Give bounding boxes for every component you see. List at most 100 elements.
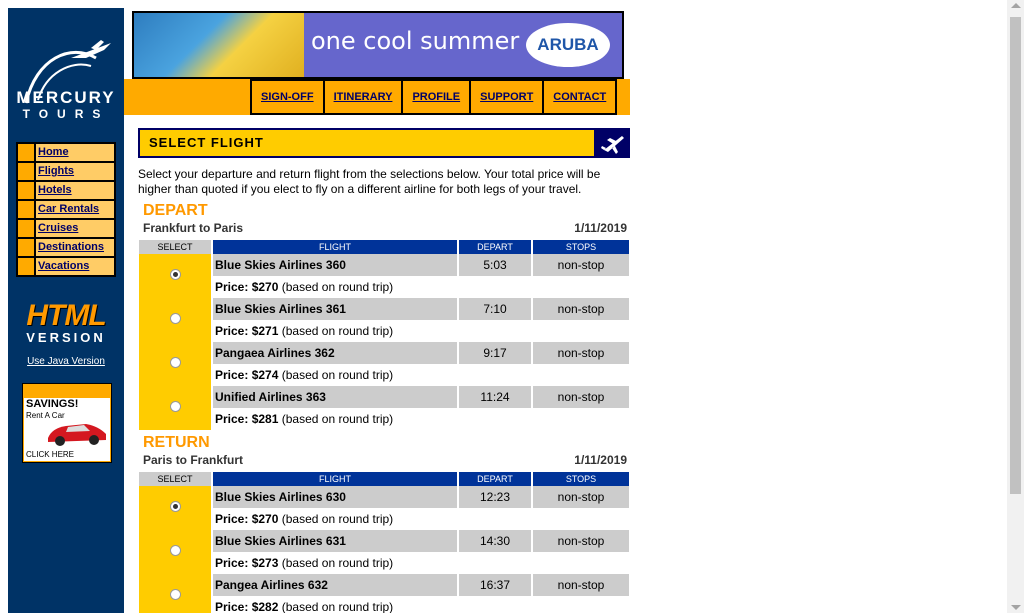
aruba-logo: ARUBA [526, 23, 610, 67]
return-heading: RETURN [143, 434, 210, 451]
ad-click-here: CLICK HERE [26, 450, 75, 459]
flight-radio-button[interactable] [169, 269, 181, 280]
depart-flights-body: Blue Skies Airlines 360 5:03 non-stop Price… [139, 254, 629, 430]
java-version-link[interactable]: Use Java Version [8, 356, 124, 367]
return-route: Paris to Frankfurt [143, 453, 244, 467]
price-note: (based on round trip) [281, 512, 394, 526]
flight-select-cell[interactable] [139, 530, 211, 574]
flight-price: Price: $282 (based on round trip) [213, 596, 629, 613]
table-header-row: SELECT FLIGHT DEPART STOPS [139, 240, 629, 254]
flight-radio-button[interactable] [169, 589, 181, 600]
flight-name: Pangea Airlines 632 [213, 574, 457, 596]
scroll-up-arrow-icon[interactable] [1011, 3, 1021, 8]
column-header-stops: STOPS [533, 472, 629, 486]
flight-stops: non-stop [533, 298, 629, 320]
sidebar-item-label[interactable]: Car Rentals [36, 201, 114, 218]
flight-depart-time: 16:37 [459, 574, 531, 596]
scroll-thumb[interactable] [1010, 17, 1021, 494]
price-value: $281 [251, 412, 279, 426]
aruba-banner[interactable]: one cool summer ARUBA [132, 11, 624, 79]
flight-radio-button[interactable] [169, 545, 181, 556]
sidebar-item-home[interactable]: Home [18, 144, 114, 161]
flight-radio-button[interactable] [169, 357, 181, 368]
price-note: (based on round trip) [281, 600, 394, 613]
depart-route: Frankfurt to Paris [143, 221, 244, 235]
return-flights-body: Blue Skies Airlines 630 12:23 non-stop Pric… [139, 486, 629, 613]
sidebar-item-label[interactable]: Vacations [36, 258, 114, 275]
flight-select-cell[interactable] [139, 298, 211, 342]
flight-row: Unified Airlines 363 11:24 non-stop [139, 386, 629, 430]
scroll-down-arrow-icon[interactable] [1011, 605, 1021, 610]
nav-bullet [18, 220, 34, 237]
column-header-select: SELECT [139, 240, 211, 254]
flight-price: Price: $274 (based on round trip) [213, 364, 629, 386]
banner-photo [134, 13, 304, 77]
flight-select-cell[interactable] [139, 254, 211, 298]
price-label: Price: [215, 556, 249, 570]
price-label: Price: [215, 324, 249, 338]
flight-name: Pangaea Airlines 362 [213, 342, 457, 364]
brand-subtitle: TOURS [22, 107, 110, 121]
flight-radio-button[interactable] [169, 501, 181, 512]
banner-tagline: one cool summer [311, 27, 520, 55]
flight-price-row: Price: $274 (based on round trip) [139, 364, 629, 386]
flight-price: Price: $281 (based on round trip) [213, 408, 629, 430]
ad-content: SAVINGS! Rent A Car CLICK HERE [24, 398, 110, 461]
page: MERCURY TOURS Home Flights Hotels Car Re… [8, 8, 630, 613]
nav-sign-off[interactable]: SIGN-OFF [252, 81, 323, 113]
flight-name: Blue Skies Airlines 631 [213, 530, 457, 552]
sidebar-item-label[interactable]: Cruises [36, 220, 114, 237]
flight-depart-time: 12:23 [459, 486, 531, 508]
sidebar-item-label[interactable]: Hotels [36, 182, 114, 199]
sidebar-nav: Home Flights Hotels Car Rentals Cruises … [16, 142, 116, 277]
price-note: (based on round trip) [281, 280, 394, 294]
section-header: SELECT FLIGHT [138, 128, 630, 158]
flight-select-cell[interactable] [139, 486, 211, 530]
html-badge-subtitle: VERSION [26, 330, 106, 345]
price-value: $274 [251, 368, 279, 382]
vertical-scrollbar[interactable] [1007, 0, 1024, 613]
flight-select-cell[interactable] [139, 386, 211, 430]
flight-name: Blue Skies Airlines 361 [213, 298, 457, 320]
flight-row: Blue Skies Airlines 360 5:03 non-stop [139, 254, 629, 298]
price-note: (based on round trip) [281, 368, 394, 382]
airplane-icon [601, 136, 624, 154]
flight-select-cell[interactable] [139, 574, 211, 613]
flight-row: Blue Skies Airlines 361 7:10 non-stop [139, 298, 629, 342]
sidebar-item-label[interactable]: Home [36, 144, 114, 161]
flight-row: Blue Skies Airlines 630 12:23 non-stop [139, 486, 629, 530]
nav-profile[interactable]: PROFILE [403, 81, 470, 113]
flight-stops: non-stop [533, 254, 629, 276]
nav-bullet [18, 201, 34, 218]
price-label: Price: [215, 368, 249, 382]
flight-radio-button[interactable] [169, 401, 181, 412]
flight-price: Price: $270 (based on round trip) [213, 276, 629, 298]
table-header-row: SELECT FLIGHT DEPART STOPS [139, 472, 629, 486]
flight-stops: non-stop [533, 530, 629, 552]
nav-contact[interactable]: CONTACT [544, 81, 616, 113]
nav-itinerary[interactable]: ITINERARY [324, 81, 402, 113]
nav-support[interactable]: SUPPORT [471, 81, 543, 113]
rent-a-car-ad[interactable]: SAVINGS! Rent A Car CLICK HERE [22, 383, 112, 463]
flight-radio-button[interactable] [169, 313, 181, 324]
sidebar-item-cruises[interactable]: Cruises [18, 220, 114, 237]
sidebar-item-label[interactable]: Destinations [36, 239, 114, 256]
sidebar-item-flights[interactable]: Flights [18, 163, 114, 180]
nav-bullet [18, 182, 34, 199]
flight-depart-time: 14:30 [459, 530, 531, 552]
depart-flights-table: SELECT FLIGHT DEPART STOPS Blue Skies Ai… [137, 240, 630, 430]
sidebar-item-label[interactable]: Flights [36, 163, 114, 180]
flight-stops: non-stop [533, 342, 629, 364]
flight-price-row: Price: $282 (based on round trip) [139, 596, 629, 613]
sidebar-item-car-rentals[interactable]: Car Rentals [18, 201, 114, 218]
flight-name: Blue Skies Airlines 630 [213, 486, 457, 508]
price-note: (based on round trip) [281, 412, 394, 426]
nav-bullet [18, 163, 34, 180]
flight-select-cell[interactable] [139, 342, 211, 386]
depart-route-row: Frankfurt to Paris 1/11/2019 [143, 221, 627, 235]
sidebar-item-vacations[interactable]: Vacations [18, 258, 114, 275]
sidebar-item-destinations[interactable]: Destinations [18, 239, 114, 256]
sidebar-item-hotels[interactable]: Hotels [18, 182, 114, 199]
depart-heading: DEPART [143, 202, 208, 219]
price-value: $270 [251, 512, 279, 526]
